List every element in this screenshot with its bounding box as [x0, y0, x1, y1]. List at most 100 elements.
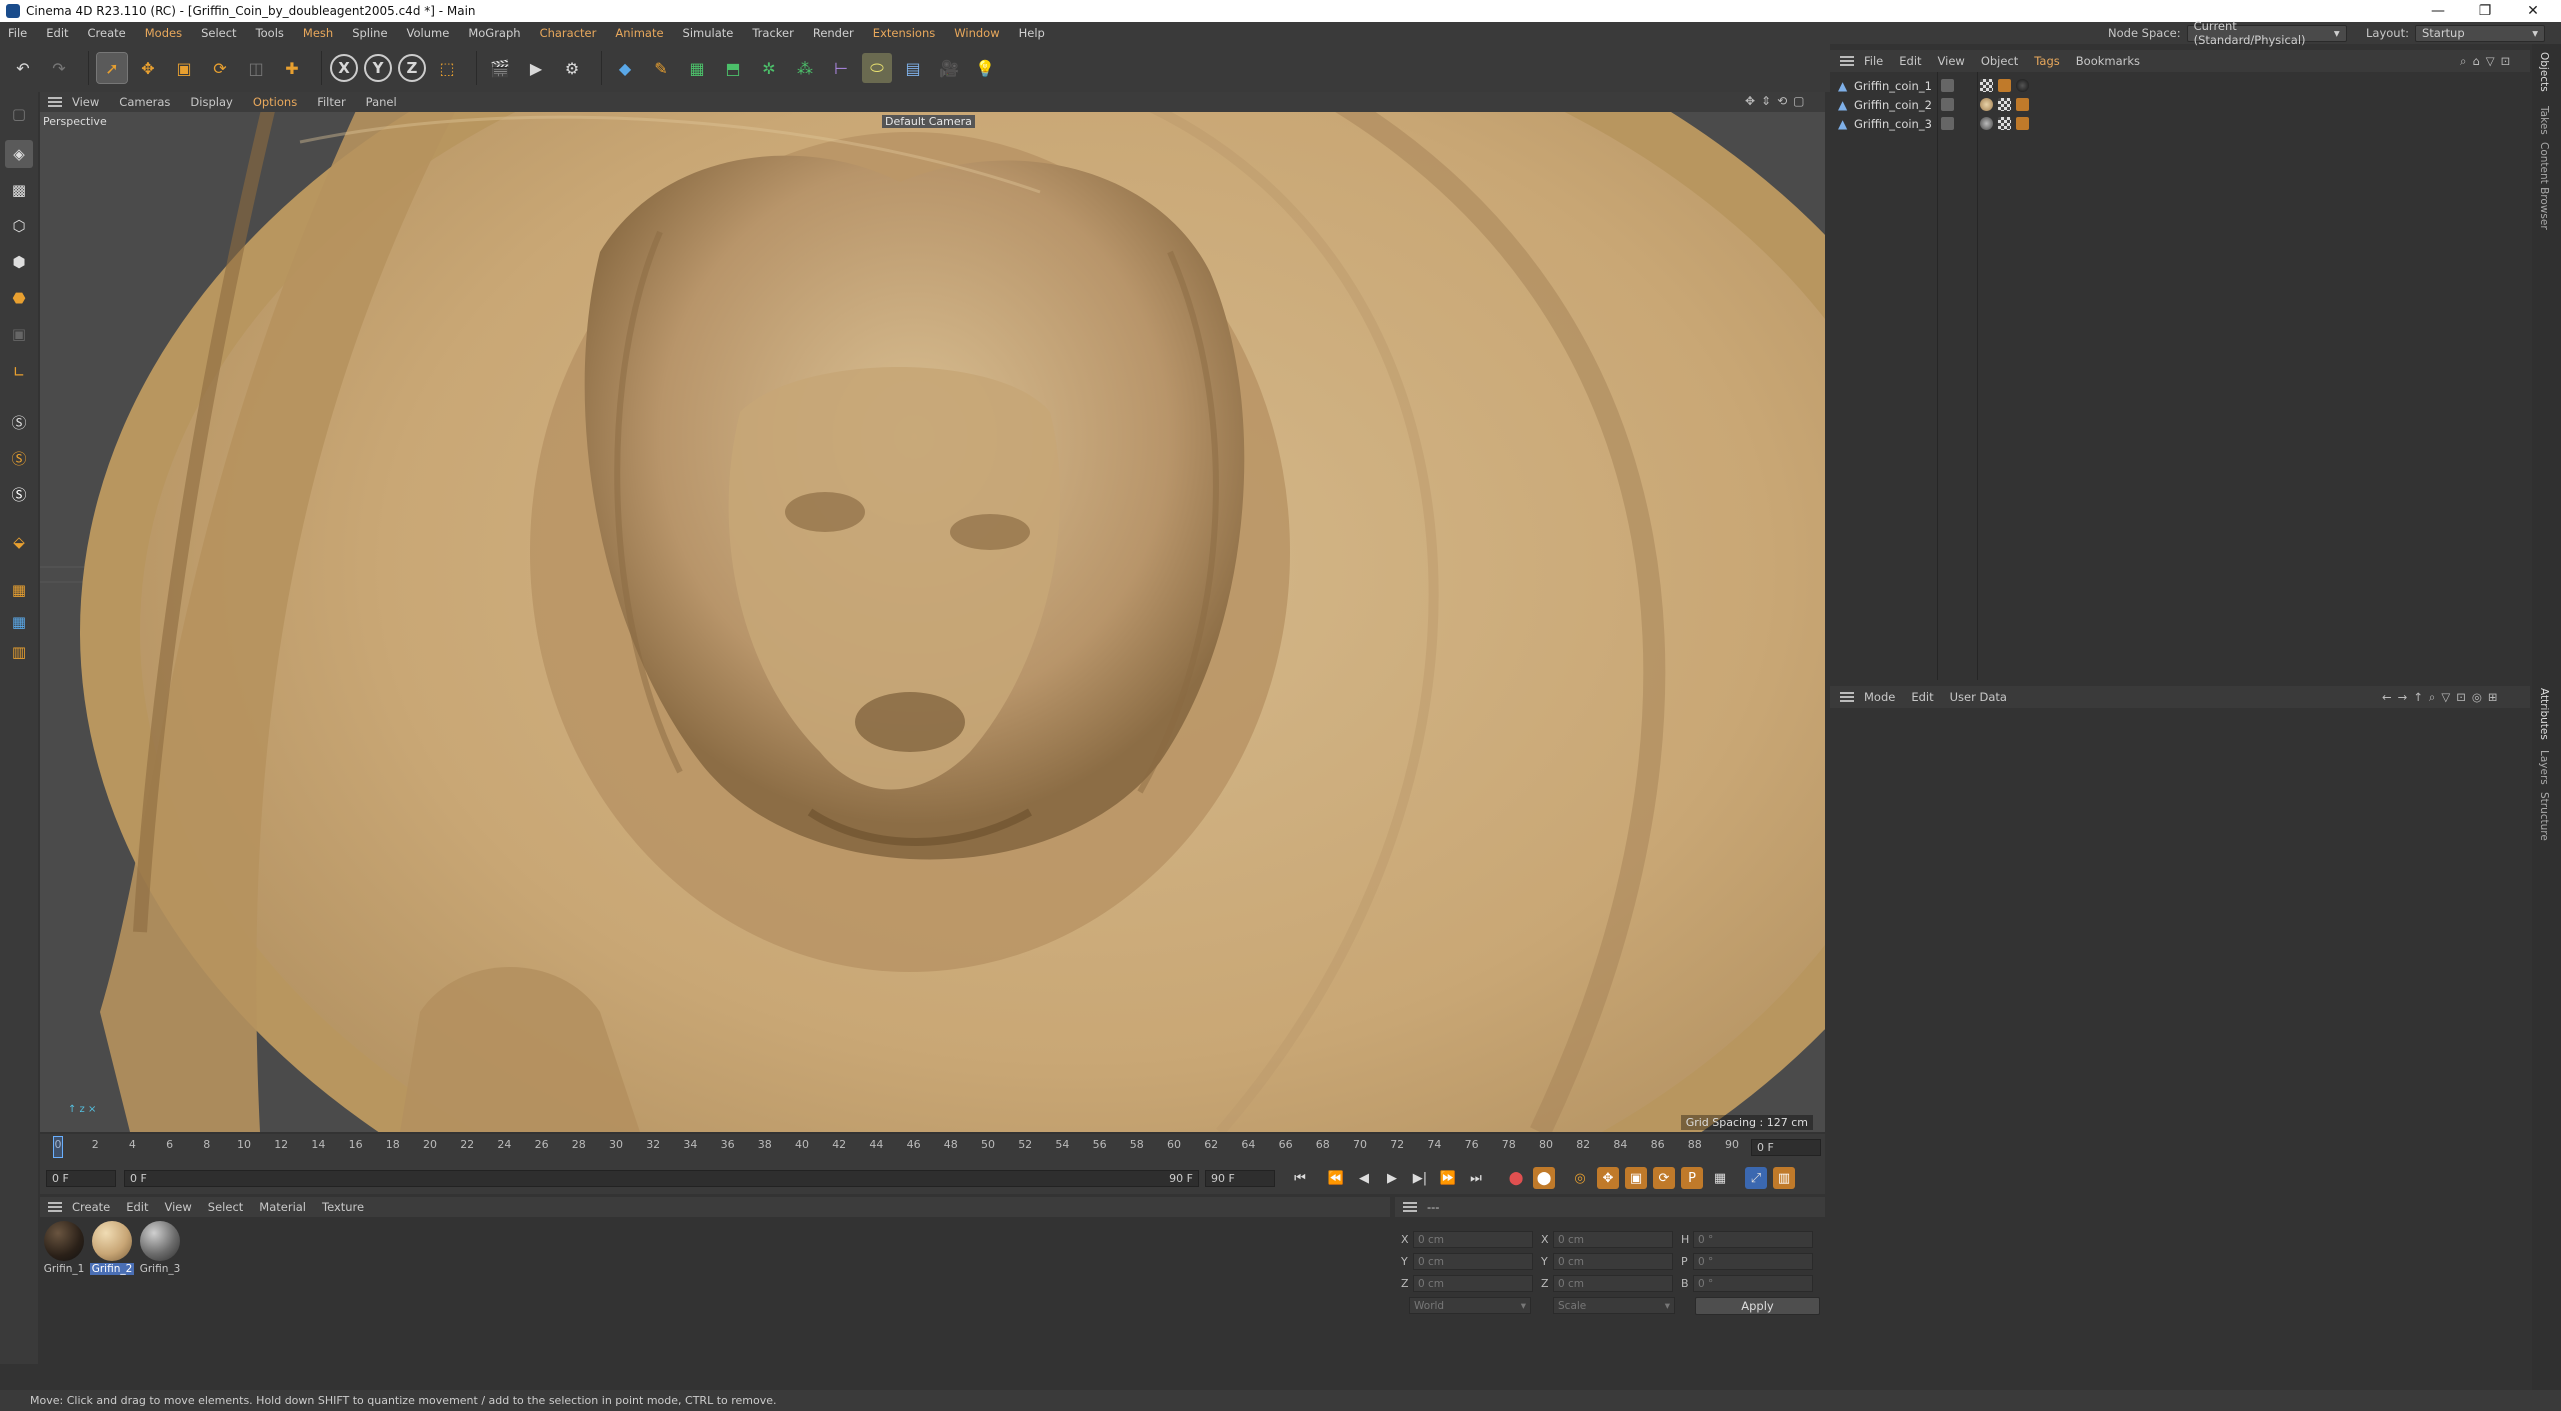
menu-animate[interactable]: Animate — [615, 26, 663, 40]
position-key-icon[interactable]: ✥ — [1597, 1167, 1619, 1189]
texture-mode-icon[interactable]: ▩ — [5, 176, 33, 204]
uvw-tag-icon[interactable] — [1980, 79, 1993, 92]
size-y-field[interactable]: 0 cm — [1553, 1253, 1673, 1270]
phong-tag-icon[interactable] — [1998, 79, 2011, 92]
viewport-menu-options[interactable]: Options — [253, 95, 297, 109]
scale-tool-icon[interactable]: ▣ — [169, 53, 199, 83]
viewport-menu-panel[interactable]: Panel — [366, 95, 397, 109]
rotation-b-field[interactable]: 0 ° — [1693, 1275, 1813, 1292]
grid-icon[interactable]: ▦ — [5, 576, 33, 604]
material-menu-texture[interactable]: Texture — [322, 1200, 364, 1214]
tab-attributes[interactable]: Attributes — [2538, 688, 2550, 740]
object-row[interactable]: ▲ Griffin_coin_3 — [1830, 114, 2530, 133]
material-tag-icon[interactable] — [1980, 98, 1993, 111]
make-editable-icon[interactable]: ▢ — [5, 100, 33, 128]
restore-button[interactable]: ❐ — [2462, 0, 2508, 22]
menu-file[interactable]: File — [8, 26, 27, 40]
render-picture-viewer-icon[interactable]: ▶ — [521, 53, 551, 83]
x-axis-lock-button[interactable]: X — [330, 54, 358, 82]
material-tag-icon[interactable] — [2016, 79, 2029, 92]
record-active-icon[interactable]: ⬤ — [1505, 1167, 1527, 1189]
recent-tool-icon[interactable]: ◫ — [241, 53, 271, 83]
size-z-field[interactable]: 0 cm — [1553, 1275, 1673, 1292]
array-icon[interactable]: ✲ — [754, 53, 784, 83]
visibility-toggle-icon[interactable] — [1941, 79, 1954, 92]
lock-icon[interactable]: ▥ — [5, 638, 33, 666]
menu-select[interactable]: Select — [201, 26, 236, 40]
menu-extensions[interactable]: Extensions — [873, 26, 935, 40]
rotation-p-field[interactable]: 0 ° — [1693, 1253, 1813, 1270]
bend-deformer-icon[interactable]: ⊢ — [826, 53, 856, 83]
create-tool-icon[interactable]: ✚ — [277, 53, 307, 83]
object-menu-object[interactable]: Object — [1981, 54, 2018, 68]
menu-modes[interactable]: Modes — [145, 26, 182, 40]
phong-tag-icon[interactable] — [2016, 117, 2029, 130]
material-menu-create[interactable]: Create — [72, 1200, 110, 1214]
menu-render[interactable]: Render — [813, 26, 854, 40]
next-key-icon[interactable]: ⏩ — [1437, 1167, 1459, 1189]
extrude-icon[interactable]: ⬒ — [718, 53, 748, 83]
viewport-menu-filter[interactable]: Filter — [317, 95, 345, 109]
timeline-ruler[interactable]: 0 2 4 6 8 10 12 14 16 18 20 22 24 26 28 30 32 34 36 38 40 42 4… — [40, 1134, 1825, 1162]
column-divider[interactable] — [1937, 72, 1938, 680]
previous-key-icon[interactable]: ⏪ — [1325, 1167, 1347, 1189]
viewport-menu-cameras[interactable]: Cameras — [119, 95, 170, 109]
hamburger-icon[interactable] — [1403, 1202, 1417, 1212]
attributes-menu-mode[interactable]: Mode — [1864, 690, 1895, 704]
apply-button[interactable]: Apply — [1695, 1297, 1820, 1315]
undo-icon[interactable]: ↶ — [8, 53, 38, 83]
position-y-field[interactable]: 0 cm — [1413, 1253, 1533, 1270]
menu-window[interactable]: Window — [954, 26, 999, 40]
uvw-tag-icon[interactable] — [1998, 117, 2011, 130]
autokey-icon[interactable]: ⬤ — [1533, 1167, 1555, 1189]
menu-create[interactable]: Create — [88, 26, 126, 40]
snap-enable-icon[interactable]: Ⓢ — [5, 480, 33, 508]
point-level-icon[interactable]: ▦ — [1709, 1167, 1731, 1189]
menu-mograph[interactable]: MoGraph — [468, 26, 520, 40]
menu-tools[interactable]: Tools — [256, 26, 284, 40]
z-axis-lock-button[interactable]: Z — [398, 54, 426, 82]
go-to-start-icon[interactable]: ⏮ — [1289, 1167, 1311, 1189]
hamburger-icon[interactable] — [1840, 56, 1854, 66]
position-x-field[interactable]: 0 cm — [1413, 1231, 1533, 1248]
snap-settings-icon[interactable]: Ⓢ — [5, 444, 33, 472]
hamburger-icon[interactable] — [48, 1202, 62, 1212]
start-frame-field[interactable]: 0 F — [46, 1169, 116, 1187]
layout-dropdown[interactable]: Startup ▾ — [2414, 24, 2545, 42]
menu-tracker[interactable]: Tracker — [752, 26, 794, 40]
material-menu-view[interactable]: View — [165, 1200, 192, 1214]
object-row[interactable]: ▲ Griffin_coin_1 — [1830, 76, 2530, 95]
tab-structure[interactable]: Structure — [2538, 792, 2550, 841]
object-menu-tags[interactable]: Tags — [2034, 54, 2059, 68]
cloner-icon[interactable]: ⁂ — [790, 53, 820, 83]
field-icon[interactable]: ⬭ — [862, 53, 892, 83]
menu-volume[interactable]: Volume — [407, 26, 450, 40]
visibility-toggle-icon[interactable] — [1941, 98, 1954, 111]
viewport-nav-icons[interactable]: ✥⇕⟲▢ — [1745, 94, 1811, 108]
polygons-mode-icon[interactable]: ⬣ — [5, 284, 33, 312]
floor-icon[interactable]: ▤ — [898, 53, 928, 83]
frame-range-slider[interactable]: 0 F 90 F — [124, 1169, 1199, 1187]
next-frame-icon[interactable]: ▶| — [1409, 1167, 1431, 1189]
object-menu-bookmarks[interactable]: Bookmarks — [2076, 54, 2140, 68]
menu-mesh[interactable]: Mesh — [303, 26, 333, 40]
play-icon[interactable]: ▶ — [1381, 1167, 1403, 1189]
hamburger-icon[interactable] — [48, 97, 62, 107]
edges-mode-icon[interactable]: ⬢ — [5, 248, 33, 276]
redo-icon[interactable]: ↷ — [44, 53, 74, 83]
render-view-icon[interactable]: 🎬 — [485, 53, 515, 83]
rotation-key-icon[interactable]: ⟳ — [1653, 1167, 1675, 1189]
uvw-tag-icon[interactable] — [1998, 98, 2011, 111]
viewport-camera-label[interactable]: Default Camera — [882, 115, 975, 128]
render-settings-icon[interactable]: ⚙ — [557, 53, 587, 83]
object-menu-file[interactable]: File — [1864, 54, 1883, 68]
size-x-field[interactable]: 0 cm — [1553, 1231, 1673, 1248]
camera-icon[interactable]: 🎥 — [934, 53, 964, 83]
column-divider[interactable] — [1977, 72, 1978, 680]
viewport-menu-display[interactable]: Display — [190, 95, 232, 109]
frame-ruler[interactable]: 0 2 4 6 8 10 12 14 16 18 20 22 24 26 28 30 32 34 36 38 40 42 4… — [50, 1134, 1740, 1160]
attributes-nav-icons[interactable]: ←→↑⌕▽⊡◎⊞ — [2382, 690, 2504, 705]
viewport-menu-view[interactable]: View — [72, 95, 99, 109]
visibility-toggle-icon[interactable] — [1941, 117, 1954, 130]
attributes-menu-edit[interactable]: Edit — [1911, 690, 1933, 704]
